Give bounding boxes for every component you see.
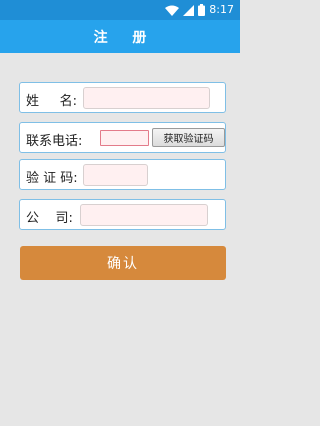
page-title: 注 册 xyxy=(93,29,157,46)
company-label: 公 司: xyxy=(26,211,73,226)
battery-icon xyxy=(198,4,206,16)
get-code-button[interactable]: 获取验证码 xyxy=(152,128,225,147)
cellular-signal-icon xyxy=(183,4,195,16)
confirm-button[interactable]: 确认 xyxy=(20,246,226,280)
status-icons: 8:17 xyxy=(165,3,234,17)
status-bar: 8:17 xyxy=(0,0,240,20)
title-bar: 注 册 xyxy=(0,20,240,53)
name-label: 姓 名: xyxy=(26,94,78,109)
code-row: 验 证 码: xyxy=(19,159,226,190)
status-time: 8:17 xyxy=(209,3,234,16)
phone-row: 联系电话: 获取验证码 xyxy=(19,122,226,153)
name-input[interactable] xyxy=(83,87,210,109)
wifi-icon xyxy=(165,5,180,16)
company-input[interactable] xyxy=(80,204,208,226)
phone-label: 联系电话: xyxy=(26,134,83,149)
code-label: 验 证 码: xyxy=(26,171,78,186)
name-row: 姓 名: xyxy=(19,82,226,113)
phone-input[interactable] xyxy=(100,130,149,146)
code-input[interactable] xyxy=(83,164,148,186)
company-row: 公 司: xyxy=(19,199,226,230)
